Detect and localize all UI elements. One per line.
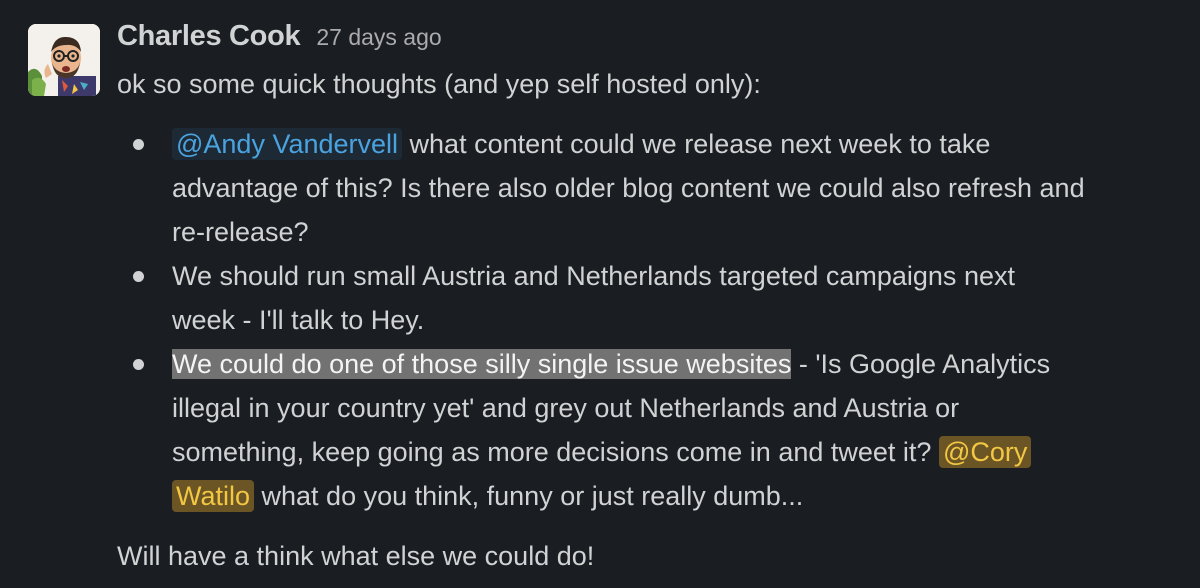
bullet-text-fragment: - 'Is Google Analytics: [791, 349, 1051, 379]
bullet-icon: [133, 271, 144, 282]
bullet-line: We could do one of those silly single is…: [172, 342, 1177, 386]
avatar-photo-icon: [28, 24, 100, 96]
bullet-text-fragment: something, keep going as more decisions …: [172, 437, 939, 467]
bullet-text-fragment: what do you think, funny or just really …: [254, 481, 804, 511]
bullet-list: @Andy Vandervell what content could we r…: [117, 122, 1177, 518]
author-name[interactable]: Charles Cook: [117, 20, 301, 53]
bullet-line: @Andy Vandervell what content could we r…: [172, 122, 1177, 166]
user-mention-cory-cont[interactable]: Watilo: [172, 480, 255, 512]
bullet-line: week - I'll talk to Hey.: [172, 305, 425, 335]
user-avatar[interactable]: [28, 24, 100, 96]
user-mention-andy[interactable]: @Andy Vandervell: [172, 128, 403, 160]
chat-message: Charles Cook 27 days ago ok so some quic…: [0, 0, 1200, 588]
bullet-line: something, keep going as more decisions …: [172, 430, 1177, 474]
bullet-line: We should run small Austria and Netherla…: [172, 261, 1015, 291]
selected-text[interactable]: We could do one of those silly single is…: [172, 349, 792, 379]
message-intro: ok so some quick thoughts (and yep self …: [117, 69, 761, 99]
bullet-line: re-release?: [172, 217, 309, 247]
list-item: @Andy Vandervell what content could we r…: [117, 122, 1177, 254]
bullet-icon: [133, 359, 144, 370]
user-mention-cory[interactable]: @Cory: [938, 436, 1032, 468]
bullet-line: Watilo what do you think, funny or just …: [172, 474, 1177, 518]
bullet-text-fragment: what content could we release next week …: [402, 129, 991, 159]
message-header: Charles Cook 27 days ago: [117, 20, 442, 60]
bullet-line: advantage of this? Is there also older b…: [172, 173, 1085, 203]
bullet-line: illegal in your country yet' and grey ou…: [172, 393, 960, 423]
message-timestamp[interactable]: 27 days ago: [316, 24, 441, 51]
list-item: We should run small Austria and Netherla…: [117, 254, 1177, 342]
bullet-icon: [133, 139, 144, 150]
list-item: We could do one of those silly single is…: [117, 342, 1177, 518]
message-outro: Will have a think what else we could do!: [117, 541, 595, 571]
